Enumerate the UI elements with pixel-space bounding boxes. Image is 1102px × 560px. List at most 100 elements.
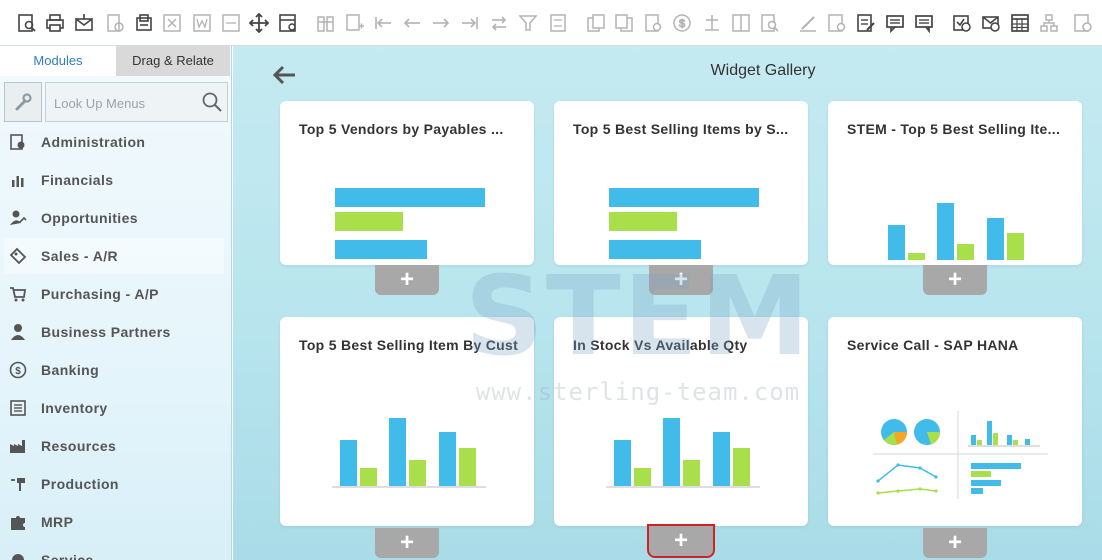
sidebar-item-banking[interactable]: $ Banking: [4, 352, 224, 388]
email-icon[interactable]: [74, 13, 94, 33]
sidebar-item-label: Administration: [41, 134, 146, 150]
sidebar-item-service[interactable]: Service: [4, 542, 224, 560]
svg-text:$: $: [15, 366, 21, 377]
widget-title: In Stock Vs Available Qty: [573, 337, 748, 353]
add-row-icon[interactable]: [345, 13, 365, 33]
sidebar-item-business-partners[interactable]: Business Partners: [4, 314, 224, 350]
administration-icon: [8, 132, 28, 152]
fax-icon[interactable]: [134, 13, 154, 33]
svg-text:$: $: [679, 18, 685, 30]
messages-icon[interactable]: [885, 13, 905, 33]
sidebar-item-resources[interactable]: Resources: [4, 428, 224, 464]
excel-icon[interactable]: [162, 13, 182, 33]
sidebar-item-label: Service: [41, 552, 94, 560]
form-settings-icon[interactable]: [278, 13, 298, 33]
tab-modules[interactable]: Modules: [0, 46, 116, 76]
target-document-icon[interactable]: [614, 13, 634, 33]
toolbar: $: [0, 0, 1102, 46]
settings-icon[interactable]: [827, 13, 847, 33]
widget-card[interactable]: Service Call - SAP HANA: [828, 317, 1082, 526]
calendar-alert-icon[interactable]: [952, 13, 972, 33]
menu-search-box: [45, 82, 228, 122]
sidebar-item-opportunities[interactable]: Opportunities: [4, 200, 224, 236]
widget-card[interactable]: In Stock Vs Available Qty: [554, 317, 808, 526]
person-icon: [8, 322, 28, 342]
sidebar-item-production[interactable]: Production: [4, 466, 224, 502]
financials-icon: [8, 170, 28, 190]
approval-icon[interactable]: [856, 13, 876, 33]
pdf-icon[interactable]: [221, 13, 241, 33]
network-icon[interactable]: [1039, 13, 1059, 33]
inventory-icon: [8, 398, 28, 418]
sidebar-item-mrp[interactable]: MRP: [4, 504, 224, 540]
widget-card[interactable]: Top 5 Best Selling Items by S...: [554, 101, 808, 265]
filter-table-icon[interactable]: [316, 13, 336, 33]
add-widget-button[interactable]: +: [923, 265, 987, 295]
calendar-icon[interactable]: [1010, 13, 1030, 33]
find-icon[interactable]: [760, 13, 780, 33]
move-icon[interactable]: [249, 13, 269, 33]
edit-icon[interactable]: [798, 13, 818, 33]
word-icon[interactable]: [192, 13, 212, 33]
menu-search-row: [4, 82, 228, 122]
tab-drag-relate[interactable]: Drag & Relate: [116, 46, 230, 76]
widget-preview-chart: [335, 188, 485, 259]
sidebar-item-financials[interactable]: Financials: [4, 162, 224, 198]
sidebar-item-label: Sales - A/R: [41, 248, 119, 264]
puzzle-icon: [8, 512, 28, 532]
email-alert-icon[interactable]: [981, 13, 1001, 33]
previous-record-icon[interactable]: [402, 13, 422, 33]
widget-card[interactable]: Top 5 Best Selling Item By Cust: [280, 317, 534, 526]
print-icon[interactable]: [45, 13, 65, 33]
module-tabs: Modules Drag & Relate: [0, 46, 232, 76]
last-record-icon[interactable]: [460, 13, 480, 33]
sidebar: Modules Drag & Relate Administration Fin…: [0, 46, 232, 560]
preview-icon[interactable]: [17, 13, 37, 33]
sidebar-item-inventory[interactable]: Inventory: [4, 390, 224, 426]
add-widget-button[interactable]: +: [923, 528, 987, 558]
first-record-icon[interactable]: [373, 13, 393, 33]
next-record-icon[interactable]: [431, 13, 451, 33]
widget-title: STEM - Top 5 Best Selling Ite...: [847, 121, 1061, 137]
clock-icon[interactable]: [1073, 13, 1093, 33]
add-widget-button[interactable]: +: [375, 265, 439, 295]
add-widget-button-selected[interactable]: +: [647, 524, 715, 558]
balance-icon[interactable]: [702, 13, 722, 33]
sidebar-item-purchasing[interactable]: Purchasing - A/P: [4, 276, 224, 312]
factory-icon: [8, 436, 28, 456]
widget-title: Top 5 Best Selling Item By Cust: [299, 337, 519, 353]
sidebar-item-administration[interactable]: Administration: [4, 124, 224, 160]
add-widget-button[interactable]: +: [649, 265, 713, 295]
back-arrow-icon[interactable]: [271, 64, 297, 86]
widget-gallery-panel: Widget Gallery Top 5 Vendors by Payables…: [233, 46, 1102, 560]
filter-icon[interactable]: [518, 13, 538, 33]
search-input[interactable]: [54, 93, 194, 113]
refresh-icon[interactable]: [489, 13, 509, 33]
widget-preview-chart: [609, 188, 759, 259]
sidebar-item-label: Business Partners: [41, 324, 171, 340]
sort-icon[interactable]: [548, 13, 568, 33]
document-icon[interactable]: [643, 13, 663, 33]
production-icon: [8, 474, 28, 494]
chat-icon[interactable]: [914, 13, 934, 33]
payment-icon[interactable]: $: [672, 13, 692, 33]
add-widget-button[interactable]: +: [375, 528, 439, 558]
widget-card[interactable]: STEM - Top 5 Best Selling Ite...: [828, 101, 1082, 265]
sidebar-item-sales[interactable]: Sales - A/R: [4, 238, 224, 274]
sms-icon[interactable]: [105, 13, 125, 33]
base-document-icon[interactable]: [586, 13, 606, 33]
widget-preview-chart: [873, 411, 1048, 499]
widget-preview-chart: [888, 203, 1024, 260]
widget-preview-chart: [606, 418, 760, 488]
service-icon: [8, 550, 28, 560]
sidebar-item-label: Financials: [41, 172, 114, 188]
cost-icon[interactable]: [731, 13, 751, 33]
widget-preview-chart: [332, 418, 486, 488]
sales-icon: [8, 246, 28, 266]
wrench-button[interactable]: [4, 82, 42, 122]
widget-card[interactable]: Top 5 Vendors by Payables ...: [280, 101, 534, 265]
sidebar-item-label: Opportunities: [41, 210, 138, 226]
sidebar-item-label: Production: [41, 476, 119, 492]
search-icon[interactable]: [201, 91, 223, 113]
sidebar-item-label: MRP: [41, 514, 74, 530]
